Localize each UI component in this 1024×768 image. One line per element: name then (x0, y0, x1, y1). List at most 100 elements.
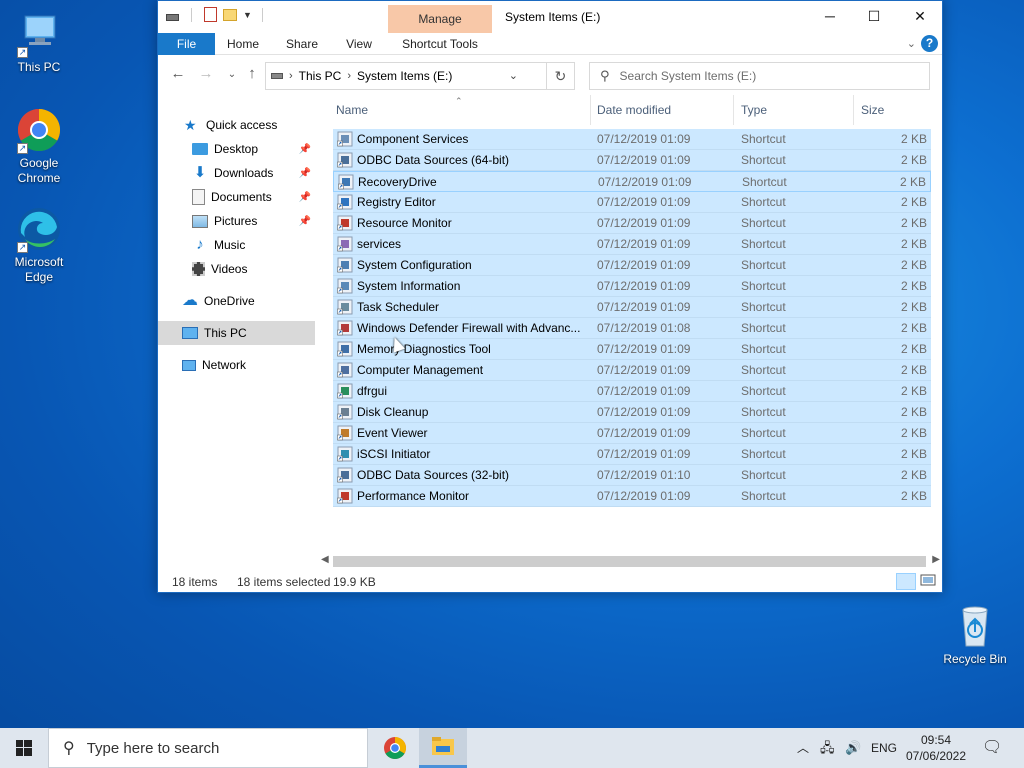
clock[interactable]: 09:54 07/06/2022 (900, 732, 972, 764)
desktop-icon-recycle-bin[interactable]: Recycle Bin (937, 602, 1013, 667)
help-icon[interactable]: ? (921, 35, 938, 52)
up-icon[interactable]: ↑ (242, 65, 262, 82)
table-row[interactable]: Memory Diagnostics Tool 07/12/2019 01:09 S… (333, 339, 931, 360)
table-row[interactable]: Task Scheduler 07/12/2019 01:09 Shortcut 2 … (333, 297, 931, 318)
file-name: System Configuration (357, 258, 472, 272)
file-date-modified: 07/12/2019 01:09 (597, 363, 691, 377)
back-icon[interactable]: ← (168, 65, 188, 82)
tab-share[interactable]: Share (276, 33, 328, 55)
breadcrumb-separator-icon[interactable]: › (347, 70, 351, 82)
search-input[interactable]: ⚲ Search System Items (E:) (589, 62, 930, 90)
nav-item-videos[interactable]: Videos (158, 257, 315, 281)
notifications-icon[interactable]: 🗨 (982, 728, 1002, 768)
file-type: Shortcut (741, 237, 786, 251)
nav-item-pictures[interactable]: Pictures 📌 (158, 209, 315, 233)
tab-shortcut-tools[interactable]: Shortcut Tools (388, 33, 492, 55)
tab-home[interactable]: Home (218, 33, 268, 55)
table-row[interactable]: Event Viewer 07/12/2019 01:09 Shortcut 2 KB (333, 423, 931, 444)
forward-icon[interactable]: → (196, 65, 216, 82)
table-row[interactable]: ODBC Data Sources (64-bit) 07/12/2019 01:… (333, 150, 931, 171)
nav-item-network[interactable]: Network (158, 353, 315, 377)
address-dropdown-icon[interactable]: ⌄ (509, 69, 518, 82)
file-size: 2 KB (900, 468, 927, 482)
file-type: Shortcut (741, 363, 786, 377)
desktop-icon-this-pc[interactable]: ↗ This PC (1, 10, 77, 75)
customize-qat-chevron-icon[interactable]: ▼ (243, 10, 252, 20)
nav-item-music[interactable]: ♪ Music (158, 233, 315, 257)
language-indicator[interactable]: ENG (871, 728, 897, 768)
network-status-icon[interactable]: 🖧 (820, 728, 835, 768)
details-view-icon[interactable] (896, 573, 916, 590)
nav-item-documents[interactable]: Documents 📌 (158, 185, 315, 209)
file-size: 2 KB (900, 300, 927, 314)
table-row[interactable]: dfrgui 07/12/2019 01:09 Shortcut 2 KB (333, 381, 931, 402)
horizontal-scrollbar[interactable]: ◀ ▶ (319, 553, 942, 570)
table-row[interactable]: Component Services 07/12/2019 01:09 Shortc… (333, 129, 931, 150)
minimize-button[interactable]: ─ (807, 1, 853, 31)
nav-item-desktop[interactable]: Desktop 📌 (158, 137, 315, 161)
table-row[interactable]: RecoveryDrive 07/12/2019 01:09 Shortcut 2 K… (333, 171, 931, 192)
clock-time: 09:54 (920, 733, 952, 747)
column-header-date-modified[interactable]: Date modified (594, 95, 734, 125)
file-type: Shortcut (741, 384, 786, 398)
table-row[interactable]: ODBC Data Sources (32-bit) 07/12/2019 01:… (333, 465, 931, 486)
table-row[interactable]: Windows Defender Firewall with Advanc...… (333, 318, 931, 339)
column-header-size[interactable]: Size (858, 95, 933, 125)
drive-icon (166, 13, 179, 21)
show-hidden-icons-chevron-icon[interactable]: ︿ (797, 728, 809, 768)
breadcrumb-system-items[interactable]: System Items (E:) (357, 69, 452, 83)
tab-manage[interactable]: Manage (388, 5, 492, 33)
table-row[interactable]: Computer Management 07/12/2019 01:09 Short… (333, 360, 931, 381)
nav-item-this-pc[interactable]: This PC (158, 321, 315, 345)
address-bar[interactable]: › This PC › System Items (E:) ⌄ (265, 62, 547, 90)
refresh-button[interactable]: ↻ (547, 62, 575, 90)
taskbar-search-input[interactable]: ⚲ Type here to search (48, 728, 368, 768)
collapse-ribbon-icon[interactable]: ⌄ (907, 37, 916, 50)
desktop-icon-microsoft-edge[interactable]: ↗ Microsoft Edge (1, 205, 77, 285)
scroll-left-icon[interactable]: ◀ (321, 554, 329, 565)
table-row[interactable]: Resource Monitor 07/12/2019 01:09 Shortcut… (333, 213, 931, 234)
nav-item-quick-access[interactable]: ★ Quick access (158, 113, 315, 137)
file-type: Shortcut (741, 342, 786, 356)
desktop-icon-label: Recycle Bin (943, 652, 1007, 666)
shortcut-file-icon (337, 152, 353, 168)
desktop-icon-google-chrome[interactable]: ↗ Google Chrome (1, 106, 77, 186)
table-row[interactable]: Disk Cleanup 07/12/2019 01:09 Shortcut 2 KB (333, 402, 931, 423)
shortcut-file-icon (337, 215, 353, 231)
maximize-button[interactable]: ☐ (851, 1, 897, 31)
volume-icon[interactable]: 🔊 (845, 728, 861, 768)
scrollbar-thumb[interactable] (333, 556, 926, 567)
file-explorer-window: ▼ Manage System Items (E:) ─ ☐ ✕ File Ho… (157, 0, 943, 593)
large-icons-view-icon[interactable] (920, 573, 938, 590)
breadcrumb-this-pc[interactable]: This PC (299, 69, 342, 83)
start-button[interactable] (0, 728, 48, 768)
taskbar: ⚲ Type here to search ︿ 🖧 🔊 ENG 09:54 07… (0, 728, 1024, 768)
tab-view[interactable]: View (334, 33, 384, 55)
shortcut-arrow-icon: ↗ (17, 242, 28, 253)
file-name: Disk Cleanup (357, 405, 429, 419)
close-button[interactable]: ✕ (897, 1, 943, 31)
column-headers: Name Date modified Type Size (333, 95, 933, 125)
table-row[interactable]: services 07/12/2019 01:09 Shortcut 2 KB (333, 234, 931, 255)
breadcrumb-separator-icon[interactable]: › (289, 70, 293, 82)
taskbar-chrome-button[interactable] (371, 728, 419, 768)
table-row[interactable]: System Information 07/12/2019 01:09 Shortc… (333, 276, 931, 297)
column-header-type[interactable]: Type (738, 95, 854, 125)
table-row[interactable]: iSCSI Initiator 07/12/2019 01:09 Shortcut 2… (333, 444, 931, 465)
nav-item-downloads[interactable]: ⬇ Downloads 📌 (158, 161, 315, 185)
tab-file[interactable]: File (158, 33, 215, 55)
file-size: 2 KB (900, 363, 927, 377)
qat-separator (191, 7, 192, 22)
properties-icon[interactable] (204, 7, 217, 22)
table-row[interactable]: Performance Monitor 07/12/2019 01:09 Short… (333, 486, 931, 507)
file-name: Computer Management (357, 363, 484, 377)
file-type: Shortcut (741, 195, 786, 209)
file-size: 2 KB (900, 489, 927, 503)
table-row[interactable]: System Configuration 07/12/2019 01:09 Shor… (333, 255, 931, 276)
scroll-right-icon[interactable]: ▶ (932, 554, 940, 565)
taskbar-file-explorer-button[interactable] (419, 728, 467, 768)
table-row[interactable]: Registry Editor 07/12/2019 01:09 Shortcut 2… (333, 192, 931, 213)
new-folder-icon[interactable] (223, 8, 237, 21)
recent-locations-chevron-icon[interactable]: ⌄ (222, 69, 242, 80)
nav-item-onedrive[interactable]: ☁ OneDrive (158, 289, 315, 313)
